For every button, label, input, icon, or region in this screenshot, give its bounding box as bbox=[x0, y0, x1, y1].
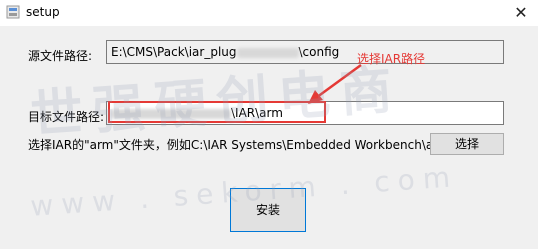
app-icon bbox=[6, 5, 20, 19]
source-path-label: 源文件路径: bbox=[28, 49, 93, 63]
hint-text: 选择IAR的"arm"文件夹，例如C:\IAR Systems\Embedded… bbox=[28, 138, 450, 152]
close-button[interactable]: ✕ bbox=[504, 0, 538, 26]
source-path-suffix: \config bbox=[298, 45, 340, 59]
title-bar: setup ✕ bbox=[0, 0, 538, 26]
install-button[interactable]: 安装 bbox=[230, 188, 306, 232]
target-path-label: 目标文件路径: bbox=[28, 110, 105, 124]
redacted-segment bbox=[236, 47, 299, 58]
source-path-field[interactable]: E:\CMS\Pack\iar_plug \config bbox=[106, 40, 504, 64]
annotation-arrow-icon bbox=[308, 63, 362, 104]
annotation-text: 选择IAR路径 bbox=[357, 52, 426, 66]
annotation-highlight-box bbox=[108, 101, 326, 123]
window-title: setup bbox=[26, 5, 60, 19]
setup-window: setup ✕ 源文件路径: E:\CMS\Pack\iar_plug \conf… bbox=[0, 0, 538, 249]
select-button[interactable]: 选择 bbox=[430, 133, 504, 155]
source-path-prefix: E:\CMS\Pack\iar_plug bbox=[111, 45, 237, 59]
